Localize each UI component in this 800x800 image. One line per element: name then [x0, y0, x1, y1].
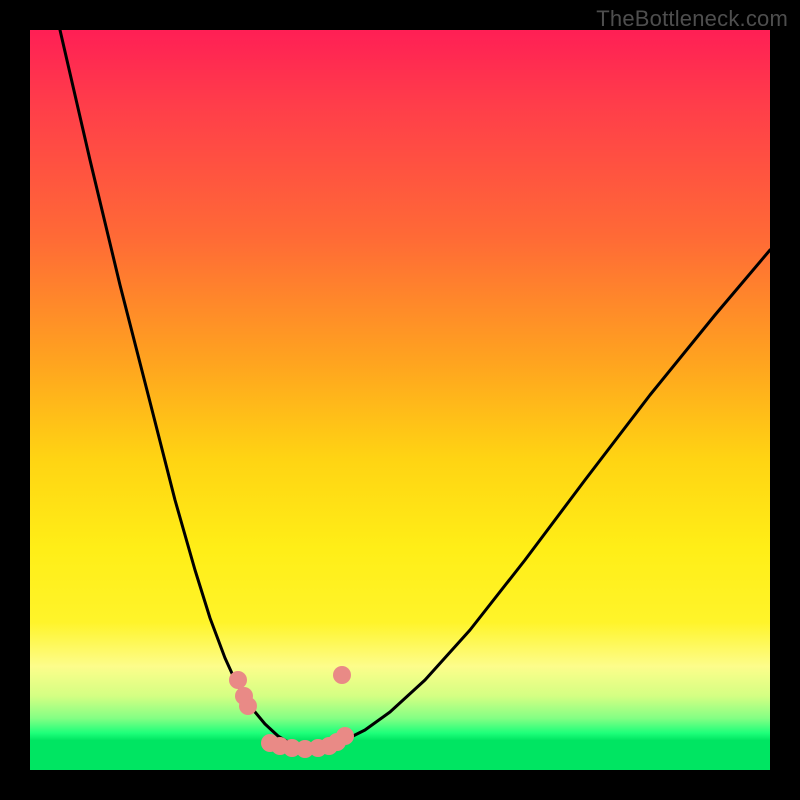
series-right-curve — [330, 250, 770, 746]
data-marker — [229, 671, 247, 689]
watermark-text: TheBottleneck.com — [596, 6, 788, 32]
curve-layer — [60, 30, 770, 748]
data-marker — [333, 666, 351, 684]
chart-svg — [30, 30, 770, 770]
marker-layer — [229, 666, 354, 758]
data-marker — [239, 697, 257, 715]
data-marker — [336, 727, 354, 745]
plot-area — [30, 30, 770, 770]
series-left-curve — [60, 30, 298, 746]
outer-black-frame: TheBottleneck.com — [0, 0, 800, 800]
